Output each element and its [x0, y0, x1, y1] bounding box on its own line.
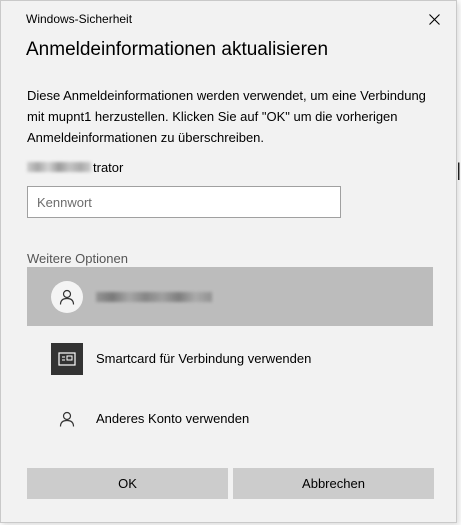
- window-title: Windows-Sicherheit: [26, 12, 133, 26]
- user-icon: [51, 280, 83, 313]
- credential-dialog: Windows-Sicherheit Anmeldeinformationen …: [0, 0, 457, 523]
- smartcard-icon: [51, 342, 83, 375]
- more-options-label: Weitere Optionen: [27, 251, 128, 266]
- close-icon: [428, 13, 440, 25]
- password-field[interactable]: [27, 186, 341, 218]
- close-button[interactable]: [424, 9, 444, 29]
- account-option-selected[interactable]: [27, 267, 433, 326]
- background-fragment: |: [456, 160, 461, 180]
- user-icon: [51, 403, 83, 435]
- dialog-description: Diese Anmeldeinformationen werden verwen…: [27, 88, 426, 145]
- title-bar: Windows-Sicherheit: [1, 1, 456, 37]
- smartcard-option[interactable]: Smartcard für Verbindung verwenden: [27, 329, 433, 388]
- smartcard-option-label: Smartcard für Verbindung verwenden: [96, 351, 312, 366]
- ok-button[interactable]: OK: [27, 468, 228, 499]
- dialog-heading: Anmeldeinformationen aktualisieren: [26, 39, 329, 60]
- other-account-option-label: Anderes Konto verwenden: [96, 411, 250, 426]
- redacted-account-name: [96, 291, 212, 302]
- redacted-username-prefix: [27, 162, 91, 172]
- username-display: trator: [27, 158, 123, 176]
- username-suffix: trator: [93, 159, 124, 175]
- other-account-option[interactable]: Anderes Konto verwenden: [27, 389, 433, 448]
- cancel-button[interactable]: Abbrechen: [233, 468, 434, 499]
